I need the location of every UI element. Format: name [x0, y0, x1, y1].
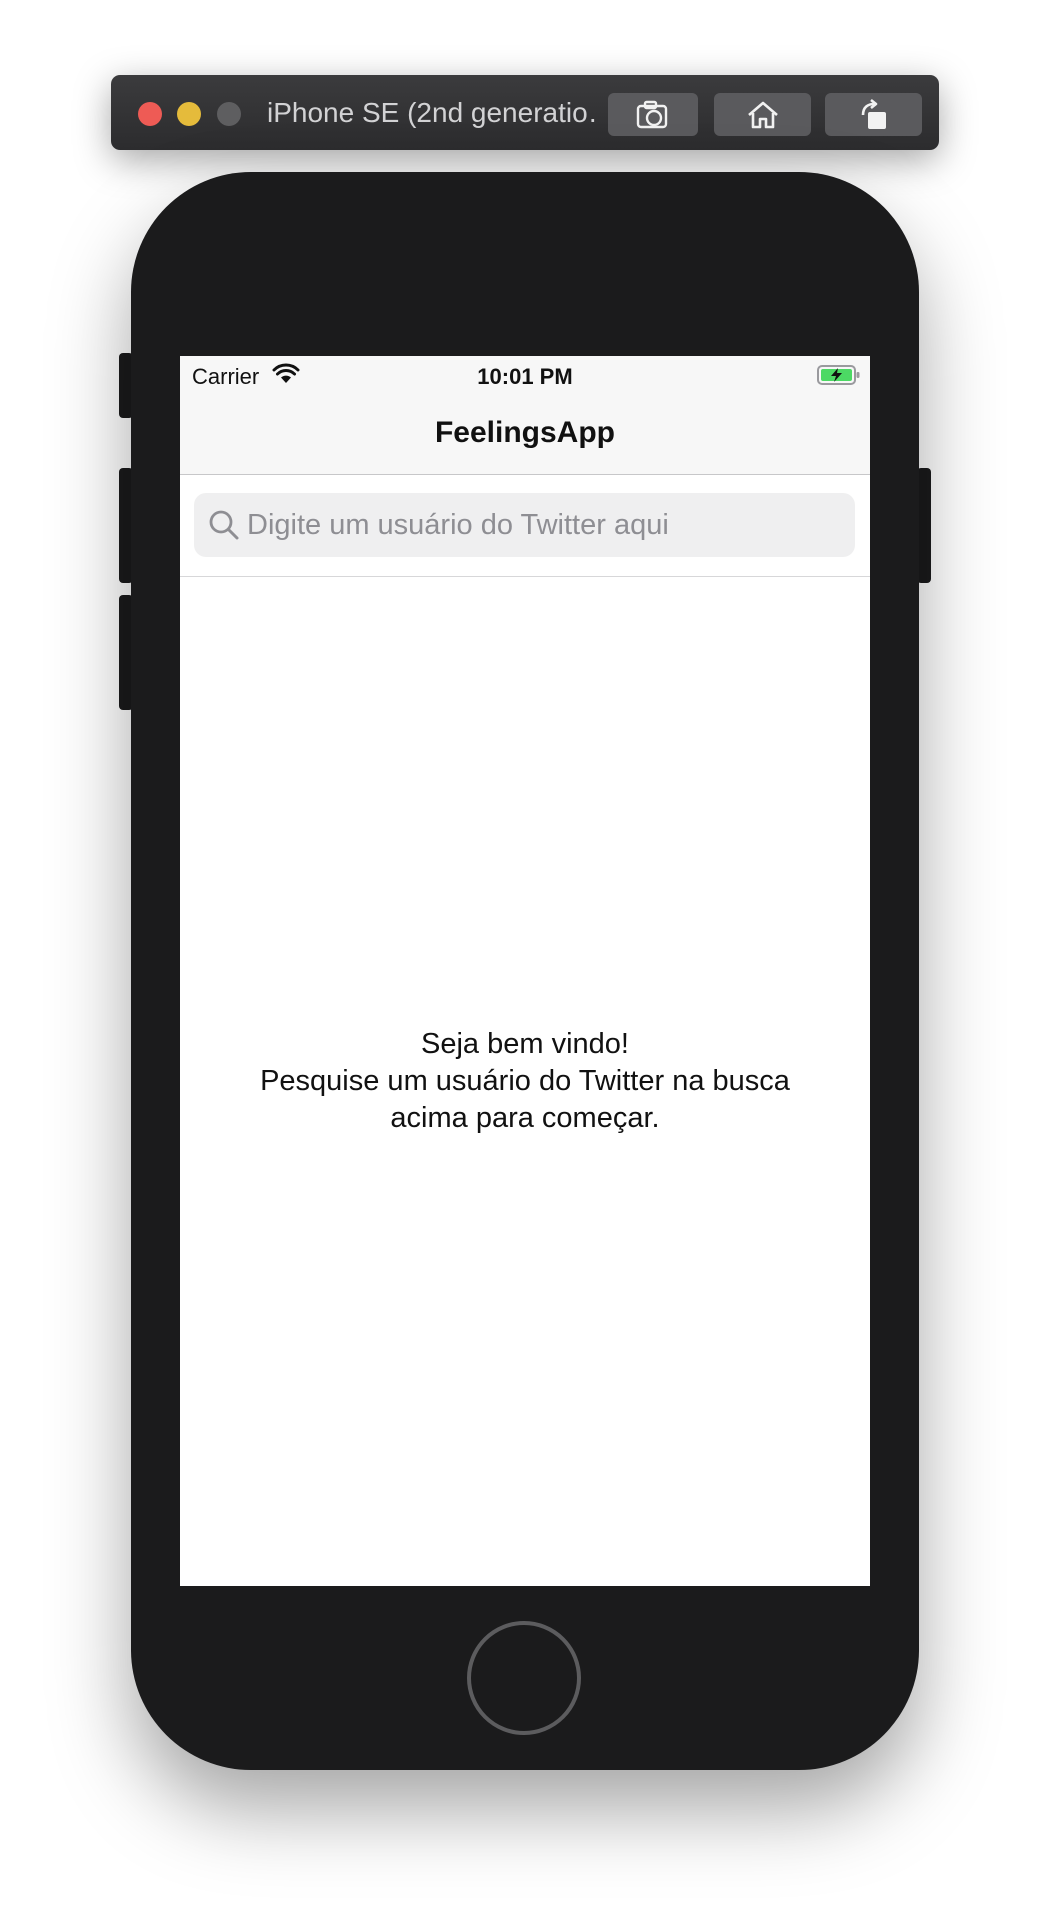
power-button[interactable]	[917, 468, 931, 583]
home-button[interactable]	[467, 1621, 581, 1735]
navigation-bar: Carrier 10:01 PM FeelingsApp	[180, 356, 870, 475]
zoom-window-button[interactable]	[217, 102, 241, 126]
welcome-instruction-line: acima para começar.	[390, 1102, 660, 1134]
status-time: 10:01 PM	[477, 364, 573, 389]
screenshot-button[interactable]	[608, 93, 698, 136]
home-button-toolbar[interactable]	[714, 93, 811, 136]
rotate-button[interactable]	[825, 93, 922, 136]
home-icon	[747, 101, 778, 128]
camera-icon	[636, 100, 668, 128]
search-input[interactable]	[247, 493, 837, 557]
battery-charging-icon	[817, 365, 860, 385]
welcome-message: Seja bem vindo! Pesquise um usuário do T…	[180, 1026, 870, 1137]
simulator-title: iPhone SE (2nd generatio…	[267, 97, 597, 128]
device-screen: Carrier 10:01 PM FeelingsApp Seja bem vi…	[180, 356, 870, 1586]
rotate-icon	[861, 98, 886, 129]
search-bar	[180, 475, 870, 577]
simulator-toolbar: iPhone SE (2nd generatio…	[111, 75, 939, 150]
page-title: FeelingsApp	[434, 416, 615, 449]
welcome-title: Seja bem vindo!	[421, 1028, 629, 1060]
welcome-instruction-line: Pesquise um usuário do Twitter na busca	[260, 1065, 790, 1097]
close-window-button[interactable]	[138, 102, 162, 126]
minimize-window-button[interactable]	[177, 102, 201, 126]
search-field[interactable]	[194, 493, 855, 557]
search-icon	[209, 510, 239, 540]
